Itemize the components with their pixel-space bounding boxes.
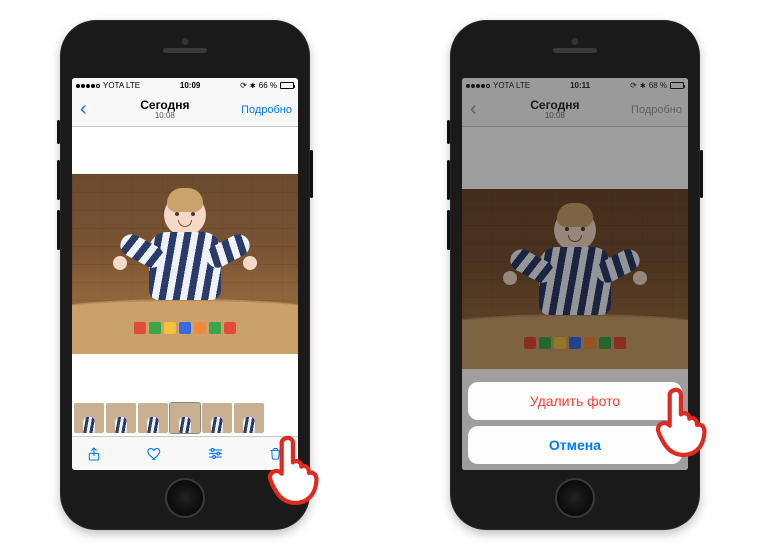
nav-bar: ‹ Сегодня 10:08 Подробно bbox=[72, 93, 298, 127]
carrier-label: YOTA LTE bbox=[103, 81, 140, 90]
status-bar: YOTA LTE 10:09 ⟳ ✱ 66 % bbox=[72, 78, 298, 93]
phone-speaker bbox=[553, 48, 597, 53]
screen: YOTA LTE 10:11 ⟳ ✱ 68 % ‹ Сегодня 10:08 … bbox=[462, 78, 688, 470]
back-button[interactable]: ‹ bbox=[78, 98, 89, 121]
sliders-icon[interactable] bbox=[205, 445, 225, 462]
power-button bbox=[310, 150, 313, 198]
home-button[interactable] bbox=[555, 478, 595, 518]
phone-left: YOTA LTE 10:09 ⟳ ✱ 66 % ‹ Сегодня 10:08 … bbox=[60, 20, 310, 530]
thumbnail-strip[interactable] bbox=[72, 400, 298, 436]
details-button[interactable]: Подробно bbox=[241, 104, 292, 116]
phone-right: YOTA LTE 10:11 ⟳ ✱ 68 % ‹ Сегодня 10:08 … bbox=[450, 20, 700, 530]
mute-switch bbox=[57, 120, 60, 144]
phone-speaker bbox=[163, 48, 207, 53]
volume-down bbox=[57, 210, 60, 250]
bottom-toolbar bbox=[72, 436, 298, 470]
action-sheet-overlay[interactable]: Удалить фото Отмена bbox=[462, 78, 688, 470]
status-time: 10:09 bbox=[180, 81, 200, 90]
battery-icon bbox=[280, 82, 294, 89]
thumbnail-selected[interactable] bbox=[170, 403, 200, 433]
volume-down bbox=[447, 210, 450, 250]
thumbnail[interactable] bbox=[106, 403, 136, 433]
thumbnail[interactable] bbox=[74, 403, 104, 433]
nav-title-text: Сегодня bbox=[140, 99, 189, 112]
thumbnail[interactable] bbox=[202, 403, 232, 433]
volume-up bbox=[57, 160, 60, 200]
signal-dots-icon bbox=[76, 84, 100, 88]
phone-camera bbox=[182, 38, 189, 45]
share-icon[interactable] bbox=[84, 446, 104, 462]
volume-up bbox=[447, 160, 450, 200]
bluetooth-icon: ✱ bbox=[250, 82, 256, 90]
heart-icon[interactable] bbox=[145, 445, 165, 462]
mute-switch bbox=[447, 120, 450, 144]
thumbnail[interactable] bbox=[138, 403, 168, 433]
nav-title: Сегодня 10:08 bbox=[140, 99, 189, 121]
cancel-button[interactable]: Отмена bbox=[468, 426, 682, 464]
thumbnail[interactable] bbox=[234, 403, 264, 433]
photo-viewer[interactable] bbox=[72, 127, 298, 400]
nav-subtitle: 10:08 bbox=[140, 112, 189, 121]
trash-icon[interactable] bbox=[266, 446, 286, 461]
battery-percent: 66 % bbox=[259, 81, 277, 90]
screen: YOTA LTE 10:09 ⟳ ✱ 66 % ‹ Сегодня 10:08 … bbox=[72, 78, 298, 470]
home-button[interactable] bbox=[165, 478, 205, 518]
phone-camera bbox=[572, 38, 579, 45]
delete-photo-button[interactable]: Удалить фото bbox=[468, 382, 682, 420]
orientation-lock-icon: ⟳ bbox=[240, 81, 247, 90]
photo-content bbox=[72, 174, 298, 354]
power-button bbox=[700, 150, 703, 198]
